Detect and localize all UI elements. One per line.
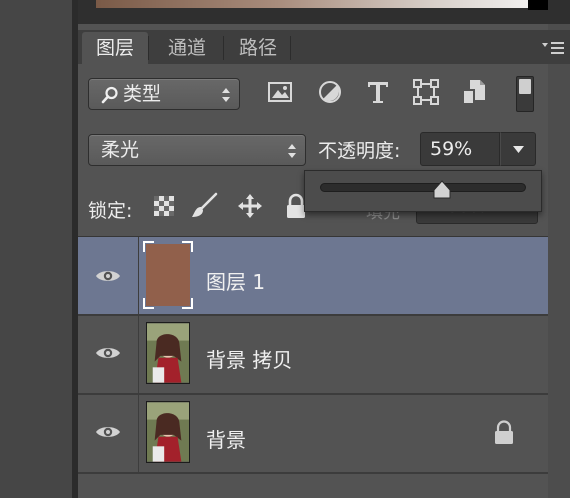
selection-brackets-icon	[143, 241, 193, 309]
blend-mode-label: 柔光	[101, 139, 140, 161]
tab-channels[interactable]: 通道	[151, 32, 223, 64]
panel-scroll-edge	[548, 24, 570, 498]
dropdown-arrows-icon	[222, 88, 230, 102]
blend-mode-dropdown[interactable]: 柔光	[88, 134, 306, 166]
filter-toggle-knob	[519, 79, 531, 94]
opacity-input[interactable]: 59%	[420, 132, 500, 166]
lock-icon[interactable]	[492, 420, 516, 446]
lock-transparent-pixels-icon[interactable]	[150, 192, 178, 220]
opacity-slider-thumb[interactable]	[431, 180, 453, 200]
opacity-slider-track[interactable]	[320, 183, 526, 192]
chevron-down-icon	[513, 146, 524, 153]
filter-kind-dropdown[interactable]: 类型	[88, 78, 240, 110]
color-gradient-bar[interactable]	[96, 0, 548, 8]
filter-toggle-icon[interactable]	[516, 76, 534, 112]
layer-name[interactable]: 背景	[206, 424, 246, 453]
eye-icon[interactable]	[95, 424, 121, 440]
color-swatch-black[interactable]	[528, 0, 548, 10]
panel-menu-icon[interactable]	[540, 38, 566, 58]
row-divider	[78, 472, 548, 474]
opacity-label: 不透明度:	[318, 140, 401, 162]
photo-thumbnail[interactable]	[146, 401, 190, 463]
shape-filter-icon[interactable]	[412, 78, 440, 106]
eye-icon[interactable]	[95, 268, 121, 284]
visibility-column-divider	[138, 316, 139, 394]
dropdown-arrows-icon	[288, 144, 296, 158]
layer-name[interactable]: 图层 1	[206, 266, 265, 295]
tab-separator	[290, 36, 291, 60]
lock-position-icon[interactable]	[236, 192, 264, 220]
search-icon	[101, 86, 118, 104]
lock-label: 锁定:	[88, 200, 133, 222]
smart-object-filter-icon[interactable]	[460, 78, 488, 106]
lock-image-pixels-icon[interactable]	[190, 192, 218, 220]
layer-name[interactable]: 背景 拷贝	[206, 344, 292, 373]
type-filter-icon[interactable]	[364, 78, 392, 106]
tab-separator	[223, 36, 224, 60]
eye-icon[interactable]	[95, 345, 121, 361]
visibility-column-divider	[138, 237, 139, 315]
left-panel-strip	[0, 0, 72, 498]
tab-separator	[148, 36, 149, 60]
tab-layers[interactable]: 图层	[82, 32, 148, 64]
opacity-slider-toggle[interactable]	[500, 132, 536, 166]
photo-thumbnail[interactable]	[146, 322, 190, 384]
visibility-column-divider	[138, 395, 139, 473]
filter-kind-label: 类型	[123, 83, 162, 105]
image-filter-icon[interactable]	[266, 78, 294, 106]
tab-paths[interactable]: 路径	[226, 32, 290, 64]
adjustment-filter-icon[interactable]	[316, 78, 344, 106]
